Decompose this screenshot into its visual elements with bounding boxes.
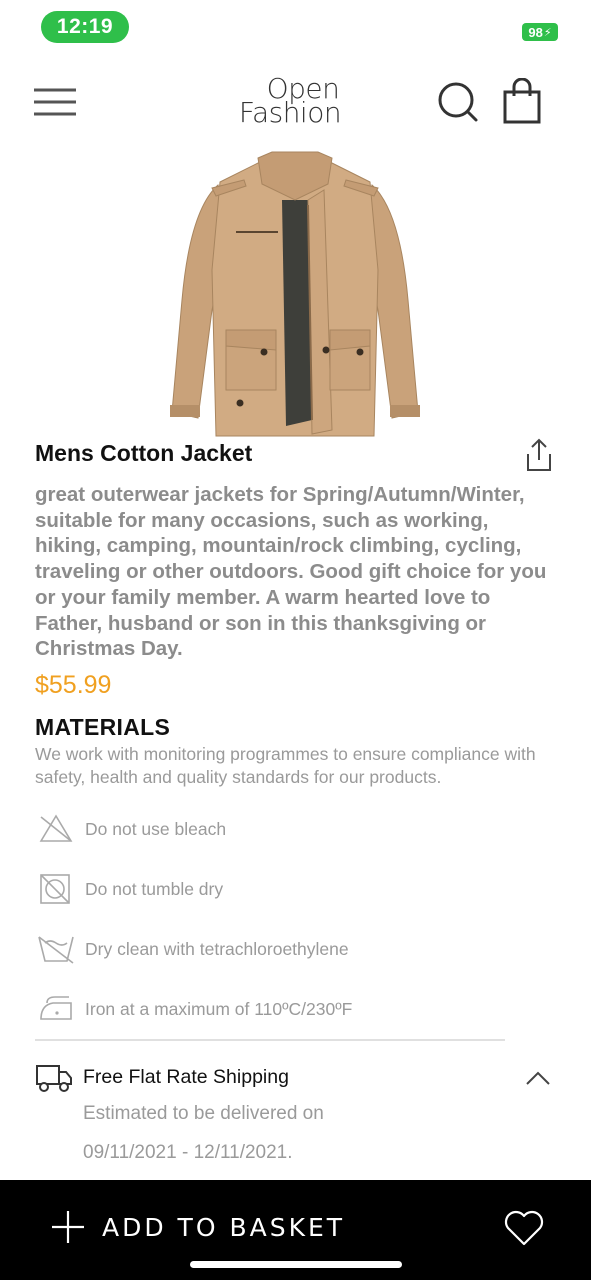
logo-line-2: Fashion xyxy=(238,96,342,129)
care-label: Do not use bleach xyxy=(85,818,227,839)
home-indicator[interactable] xyxy=(190,1261,402,1268)
care-item-bleach: Do not use bleach xyxy=(35,809,555,849)
status-bar: 12:19 98 ⚡ xyxy=(0,0,591,56)
care-item-iron: Iron at a maximum of 110ºC/230ºF xyxy=(35,989,555,1029)
add-to-basket-label: ADD TO BASKET xyxy=(102,1212,346,1242)
dry-clean-icon xyxy=(38,936,74,964)
heart-icon xyxy=(504,1210,544,1246)
shipping-estimate: Estimated to be delivered on xyxy=(83,1103,324,1124)
truck-icon xyxy=(36,1065,72,1092)
product-title: Mens Cotton Jacket xyxy=(35,440,253,466)
brand-logo[interactable]: Open Fashion xyxy=(225,75,355,132)
add-to-basket-button[interactable]: ADD TO BASKET xyxy=(48,1202,388,1252)
shopping-bag-icon xyxy=(503,77,541,124)
section-divider xyxy=(35,1039,505,1041)
battery-level: 98 xyxy=(528,24,543,40)
shipping-dates: 09/11/2021 - 12/11/2021. xyxy=(83,1142,293,1163)
care-label: Iron at a maximum of 110ºC/230ºF xyxy=(85,998,353,1019)
care-label: Dry clean with tetrachloroethylene xyxy=(85,938,349,959)
shipping-title: Free Flat Rate Shipping xyxy=(83,1066,289,1088)
product-price: $55.99 xyxy=(35,671,112,699)
care-label: Do not tumble dry xyxy=(85,878,224,899)
status-time: 12:19 xyxy=(41,11,129,43)
charging-icon: ⚡ xyxy=(543,26,552,39)
product-image[interactable] xyxy=(160,150,430,440)
chevron-up-icon[interactable] xyxy=(523,1066,553,1090)
share-icon xyxy=(527,438,551,471)
materials-heading: MATERIALS xyxy=(35,714,171,740)
app-header: Open Fashion xyxy=(0,62,591,142)
menu-button[interactable] xyxy=(32,82,78,122)
iron-icon xyxy=(40,996,72,1020)
jacket-illustration xyxy=(170,151,420,437)
cart-button[interactable] xyxy=(500,77,544,126)
no-tumble-dry-icon xyxy=(40,874,70,904)
bottom-action-bar: ADD TO BASKET xyxy=(0,1180,591,1280)
search-icon xyxy=(438,82,478,122)
product-description: great outerwear jackets for Spring/Autum… xyxy=(35,483,547,661)
battery-indicator: 98 ⚡ xyxy=(522,23,558,41)
share-button[interactable] xyxy=(520,436,558,474)
search-button[interactable] xyxy=(436,80,480,124)
care-item-tumble: Do not tumble dry xyxy=(35,869,555,909)
materials-text: We work with monitoring programmes to en… xyxy=(35,744,536,787)
wishlist-button[interactable] xyxy=(502,1208,546,1248)
shipping-toggle[interactable]: Free Flat Rate Shipping xyxy=(35,1058,555,1098)
menu-icon xyxy=(34,88,76,116)
no-bleach-icon xyxy=(39,814,73,842)
care-item-dry-clean: Dry clean with tetrachloroethylene xyxy=(35,929,555,969)
plus-icon xyxy=(52,1211,84,1243)
